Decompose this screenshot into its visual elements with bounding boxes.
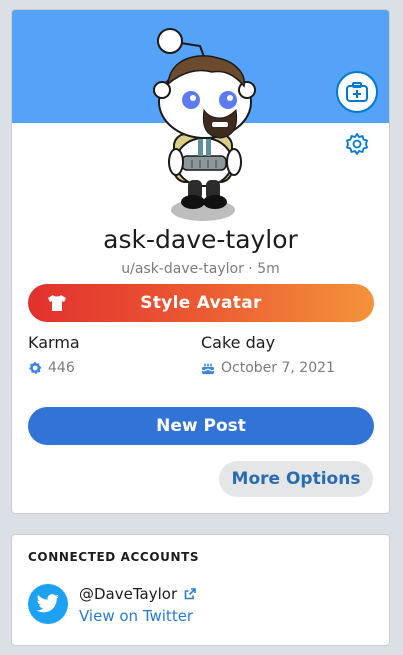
style-avatar-label: Style Avatar (140, 293, 262, 313)
cake-icon (201, 363, 215, 374)
cake-day-stat: October 7, 2021 (201, 360, 335, 376)
gear-icon (346, 133, 368, 155)
external-link-icon (184, 588, 196, 600)
karma-icon (29, 361, 42, 375)
add-image-icon (346, 82, 368, 102)
profile-card: ask-dave-taylor u/ask-dave-taylor · 5m S… (11, 9, 390, 514)
profile-age: 5m (257, 261, 280, 277)
connected-accounts-card: CONNECTED ACCOUNTS @DaveTaylor View on T… (11, 534, 390, 646)
twitter-icon (28, 584, 68, 624)
snoo-avatar (153, 28, 256, 221)
style-avatar-button[interactable]: Style Avatar (28, 284, 374, 322)
cake-day-title: Cake day (201, 333, 276, 352)
new-post-button[interactable]: New Post (28, 407, 374, 445)
profile-subline: u/ask-dave-taylor · 5m (12, 261, 389, 277)
separator-dot: · (248, 261, 258, 277)
twitter-handle: @DaveTaylor (79, 585, 178, 603)
karma-stat: 446 (28, 360, 75, 376)
settings-button[interactable] (344, 131, 370, 157)
profile-username: u/ask-dave-taylor (121, 261, 244, 277)
shirt-icon (48, 295, 66, 311)
more-options-button[interactable]: More Options (219, 461, 373, 497)
view-on-twitter-link[interactable]: View on Twitter (79, 607, 193, 625)
profile-display-name: ask-dave-taylor (103, 225, 298, 254)
connected-accounts-title: CONNECTED ACCOUNTS (28, 550, 200, 564)
add-image-button[interactable] (336, 71, 378, 113)
karma-title: Karma (28, 333, 80, 352)
twitter-handle-link[interactable]: @DaveTaylor (79, 585, 196, 603)
cake-day-value: October 7, 2021 (221, 360, 335, 376)
karma-value: 446 (48, 360, 75, 376)
